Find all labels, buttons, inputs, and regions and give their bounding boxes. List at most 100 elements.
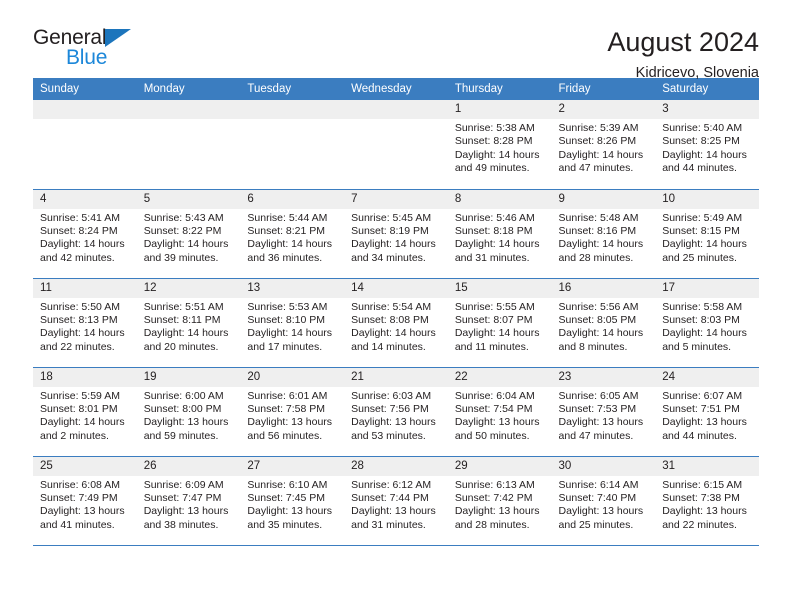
day-details: Sunrise: 5:46 AM Sunset: 8:18 PM Daylight:… [447,208,552,278]
day-cell[interactable]: 28 Sunrise: 6:12 AM Sunset: 7:44 PM Dayligh… [344,456,448,546]
day-cell[interactable]: 30 Sunrise: 6:14 AM Sunset: 7:40 PM Dayligh… [551,456,656,546]
day-number [33,100,137,119]
day-cell[interactable]: 20 Sunrise: 6:01 AM Sunset: 7:58 PM Dayligh… [240,367,345,457]
day-cell[interactable]: 24 Sunrise: 6:07 AM Sunset: 7:51 PM Dayligh… [655,367,759,457]
day-cell[interactable]: 11 Sunrise: 5:50 AM Sunset: 8:13 PM Dayligh… [33,278,137,368]
sunrise-text: Sunrise: 5:53 AM [247,300,328,313]
daylight-text-line1: Daylight: 14 hours [247,327,333,340]
day-details: Sunrise: 5:44 AM Sunset: 8:21 PM Daylight:… [240,208,345,278]
day-number: 18 [33,367,137,387]
daylight-text-line2: and 28 minutes. [558,251,634,264]
sunset-text: Sunset: 7:54 PM [454,402,533,415]
day-cell[interactable]: 22 Sunrise: 6:04 AM Sunset: 7:54 PM Dayligh… [447,367,552,457]
sunset-text: Sunset: 7:51 PM [662,402,740,415]
day-number [240,100,345,119]
day-cell[interactable]: 3 Sunrise: 5:40 AM Sunset: 8:25 PM Daylight… [655,100,759,190]
day-cell[interactable]: 2 Sunrise: 5:39 AM Sunset: 8:26 PM Daylight… [551,100,656,190]
sunrise-text: Sunrise: 6:05 AM [558,389,639,402]
day-cell[interactable]: 12 Sunrise: 5:51 AM Sunset: 8:11 PM Dayligh… [136,278,241,368]
day-cell[interactable]: 17 Sunrise: 5:58 AM Sunset: 8:03 PM Dayligh… [655,278,759,368]
daylight-text-line1: Daylight: 13 hours [558,505,644,518]
day-number: 9 [551,189,656,209]
day-details: Sunrise: 6:04 AM Sunset: 7:54 PM Daylight:… [447,386,552,456]
day-cell[interactable]: 6 Sunrise: 5:44 AM Sunset: 8:21 PM Daylight… [240,189,345,279]
daylight-text-line1: Daylight: 13 hours [143,416,229,429]
day-details [240,119,345,188]
day-number: 2 [551,100,656,119]
weekday-header-saturday: Saturday [655,78,759,100]
day-cell[interactable]: 1 Sunrise: 5:38 AM Sunset: 8:28 PM Daylight… [447,100,552,190]
day-number: 27 [240,456,345,476]
sunset-text: Sunset: 7:40 PM [558,491,637,504]
day-number: 11 [33,278,137,298]
day-number [344,100,448,119]
day-cell[interactable]: 15 Sunrise: 5:55 AM Sunset: 8:07 PM Dayligh… [447,278,552,368]
day-cell[interactable]: 23 Sunrise: 6:05 AM Sunset: 7:53 PM Dayligh… [551,367,656,457]
day-details: Sunrise: 5:41 AM Sunset: 8:24 PM Daylight:… [33,208,137,278]
daylight-text-line1: Daylight: 13 hours [558,416,644,429]
day-cell[interactable]: 25 Sunrise: 6:08 AM Sunset: 7:49 PM Dayligh… [33,456,137,546]
day-cell[interactable] [344,100,448,190]
weekday-header-sunday: Sunday [33,78,137,100]
sunrise-text: Sunrise: 6:04 AM [454,389,535,402]
day-cell[interactable]: 8 Sunrise: 5:46 AM Sunset: 8:18 PM Daylight… [447,189,552,279]
sunset-text: Sunset: 7:44 PM [351,491,429,504]
day-cell[interactable]: 19 Sunrise: 6:00 AM Sunset: 8:00 PM Dayligh… [136,367,241,457]
daylight-text-line2: and 25 minutes. [662,251,737,264]
day-details: Sunrise: 5:48 AM Sunset: 8:16 PM Daylight:… [551,208,656,278]
day-number: 13 [240,278,345,298]
sunrise-text: Sunrise: 5:45 AM [351,211,432,224]
day-cell[interactable]: 10 Sunrise: 5:49 AM Sunset: 8:15 PM Dayligh… [655,189,759,279]
sunrise-text: Sunrise: 6:13 AM [454,478,535,491]
sunset-text: Sunset: 8:28 PM [454,135,533,148]
day-cell[interactable]: 13 Sunrise: 5:53 AM Sunset: 8:10 PM Dayligh… [240,278,345,368]
sunset-text: Sunset: 8:00 PM [143,402,222,415]
day-details: Sunrise: 5:55 AM Sunset: 8:07 PM Daylight:… [447,297,552,367]
day-cell[interactable]: 9 Sunrise: 5:48 AM Sunset: 8:16 PM Daylight… [551,189,656,279]
day-cell[interactable]: 27 Sunrise: 6:10 AM Sunset: 7:45 PM Dayligh… [240,456,345,546]
daylight-text-line2: and 34 minutes. [351,251,426,264]
day-cell[interactable]: 21 Sunrise: 6:03 AM Sunset: 7:56 PM Dayligh… [344,367,448,457]
day-cell[interactable]: 26 Sunrise: 6:09 AM Sunset: 7:47 PM Dayligh… [136,456,241,546]
day-cell[interactable]: 31 Sunrise: 6:15 AM Sunset: 7:38 PM Dayligh… [655,456,759,546]
daylight-text-line2: and 22 minutes. [662,518,737,531]
title-block: August 2024 Kidricevo, Slovenia [607,26,759,80]
daylight-text-line2: and 5 minutes. [662,340,732,353]
day-cell[interactable] [33,100,137,190]
sunrise-text: Sunrise: 6:12 AM [351,478,432,491]
day-cell[interactable] [240,100,345,190]
daylight-text-line2: and 44 minutes. [662,429,737,442]
day-cell[interactable]: 29 Sunrise: 6:13 AM Sunset: 7:42 PM Dayligh… [447,456,552,546]
day-details: Sunrise: 6:05 AM Sunset: 7:53 PM Daylight:… [551,386,656,456]
daylight-text-line2: and 17 minutes. [247,340,323,353]
daylight-text-line2: and 53 minutes. [351,429,426,442]
sunset-text: Sunset: 8:15 PM [662,224,740,237]
sunrise-text: Sunrise: 6:09 AM [143,478,224,491]
weekday-header-friday: Friday [551,78,656,100]
day-cell[interactable]: 4 Sunrise: 5:41 AM Sunset: 8:24 PM Daylight… [33,189,137,279]
day-details: Sunrise: 5:51 AM Sunset: 8:11 PM Daylight:… [136,297,241,367]
daylight-text-line2: and 41 minutes. [40,518,115,531]
sunrise-text: Sunrise: 5:38 AM [454,122,535,134]
day-details [33,119,137,188]
day-cell[interactable]: 16 Sunrise: 5:56 AM Sunset: 8:05 PM Dayligh… [551,278,656,368]
day-cell[interactable] [136,100,241,190]
daylight-text-line1: Daylight: 13 hours [454,505,540,518]
daylight-text-line1: Daylight: 14 hours [40,238,125,251]
daylight-text-line2: and 42 minutes. [40,251,115,264]
day-details: Sunrise: 6:07 AM Sunset: 7:51 PM Daylight:… [655,386,759,456]
day-cell[interactable]: 5 Sunrise: 5:43 AM Sunset: 8:22 PM Daylight… [136,189,241,279]
daylight-text-line1: Daylight: 13 hours [662,505,747,518]
day-details: Sunrise: 6:10 AM Sunset: 7:45 PM Daylight:… [240,475,345,545]
day-cell[interactable]: 18 Sunrise: 5:59 AM Sunset: 8:01 PM Dayligh… [33,367,137,457]
sunrise-text: Sunrise: 6:10 AM [247,478,328,491]
daylight-text-line1: Daylight: 14 hours [558,327,644,340]
sunrise-text: Sunrise: 5:43 AM [143,211,224,224]
day-cell[interactable]: 14 Sunrise: 5:54 AM Sunset: 8:08 PM Dayligh… [344,278,448,368]
sunset-text: Sunset: 8:10 PM [247,313,326,326]
daylight-text-line2: and 39 minutes. [143,251,219,264]
day-details: Sunrise: 5:56 AM Sunset: 8:05 PM Daylight:… [551,297,656,367]
day-cell[interactable]: 7 Sunrise: 5:45 AM Sunset: 8:19 PM Daylight… [344,189,448,279]
sunset-text: Sunset: 8:08 PM [351,313,429,326]
day-number: 23 [551,367,656,387]
